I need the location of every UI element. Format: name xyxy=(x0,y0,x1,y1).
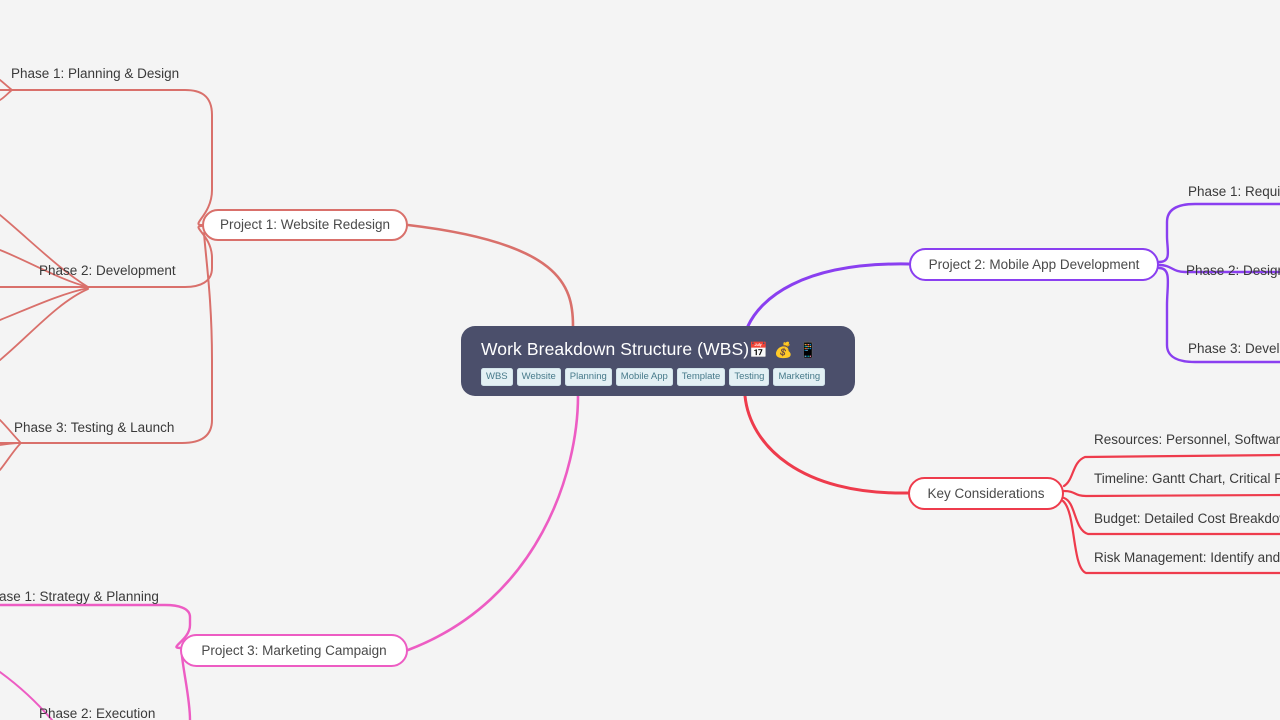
link-root-to-key xyxy=(743,394,910,495)
root-node[interactable]: Work Breakdown Structure (WBS)📅 💰 📱 WBS … xyxy=(461,326,855,396)
tag-wbs[interactable]: WBS xyxy=(481,368,513,386)
link-root-to-project1 xyxy=(406,223,575,328)
tag-website[interactable]: Website xyxy=(516,368,561,386)
link-root-to-project3 xyxy=(406,394,580,652)
node-project-2-label: Project 2: Mobile App Development xyxy=(928,256,1140,272)
link-phase3-fan-b xyxy=(0,442,21,446)
link-project3-child1 xyxy=(0,603,192,650)
leaf-key-resources[interactable]: Resources: Personnel, Software xyxy=(1094,431,1280,448)
tag-marketing[interactable]: Marketing xyxy=(773,368,826,386)
leaf-p2-phase-1[interactable]: Phase 1: Requir xyxy=(1188,183,1280,200)
node-project-2[interactable]: Project 2: Mobile App Development xyxy=(909,248,1159,281)
leaf-p1-phase-2[interactable]: Phase 2: Development xyxy=(39,262,176,279)
link-key-child2 xyxy=(1062,489,1280,498)
link-project1-trunk-up xyxy=(0,89,213,226)
node-key-considerations[interactable]: Key Considerations xyxy=(908,477,1064,510)
leaf-key-budget[interactable]: Budget: Detailed Cost Breakdow xyxy=(1094,510,1280,527)
link-phase1-fan-b xyxy=(0,89,13,101)
root-title: Work Breakdown Structure (WBS)📅 💰 📱 xyxy=(481,338,819,362)
tag-planning[interactable]: Planning xyxy=(564,368,612,386)
link-project3-child2 xyxy=(180,654,192,720)
link-phase3-fan-c xyxy=(0,443,21,471)
leaf-p1-phase-1[interactable]: Phase 1: Planning & Design xyxy=(11,65,179,82)
tag-testing[interactable]: Testing xyxy=(729,368,770,386)
node-project-1[interactable]: Project 1: Website Redesign xyxy=(202,209,408,241)
leaf-p3-phase-2[interactable]: Phase 2: Execution xyxy=(39,705,155,720)
tag-mobile-app[interactable]: Mobile App xyxy=(615,368,673,386)
leaf-p1-phase-3[interactable]: Phase 3: Testing & Launch xyxy=(14,419,174,436)
leaf-p3-phase-1[interactable]: ase 1: Strategy & Planning xyxy=(0,588,159,605)
node-project-3[interactable]: Project 3: Marketing Campaign xyxy=(180,634,408,667)
link-phase2-fan-c xyxy=(0,287,89,321)
mindmap-canvas[interactable]: Work Breakdown Structure (WBS)📅 💰 📱 WBS … xyxy=(0,0,1280,720)
root-title-emojis: 📅 💰 📱 xyxy=(749,342,819,359)
leaf-p2-phase-3[interactable]: Phase 3: Develo xyxy=(1188,340,1280,357)
root-title-text: Work Breakdown Structure (WBS) xyxy=(481,339,750,359)
link-project2-child1 xyxy=(1157,202,1280,264)
node-key-considerations-label: Key Considerations xyxy=(927,485,1045,501)
node-project-1-label: Project 1: Website Redesign xyxy=(219,217,391,232)
leaf-p2-phase-2[interactable]: Phase 2: Design xyxy=(1186,262,1280,279)
link-phase2-fan-d xyxy=(0,288,89,361)
leaf-key-risk-management[interactable]: Risk Management: Identify and xyxy=(1094,549,1280,566)
tag-template[interactable]: Template xyxy=(676,368,726,386)
node-project-3-label: Project 3: Marketing Campaign xyxy=(201,642,387,658)
leaf-key-timeline[interactable]: Timeline: Gantt Chart, Critical P xyxy=(1094,470,1280,487)
link-root-to-project2 xyxy=(746,262,911,328)
root-tag-row: WBS Website Planning Mobile App Template… xyxy=(481,368,826,386)
